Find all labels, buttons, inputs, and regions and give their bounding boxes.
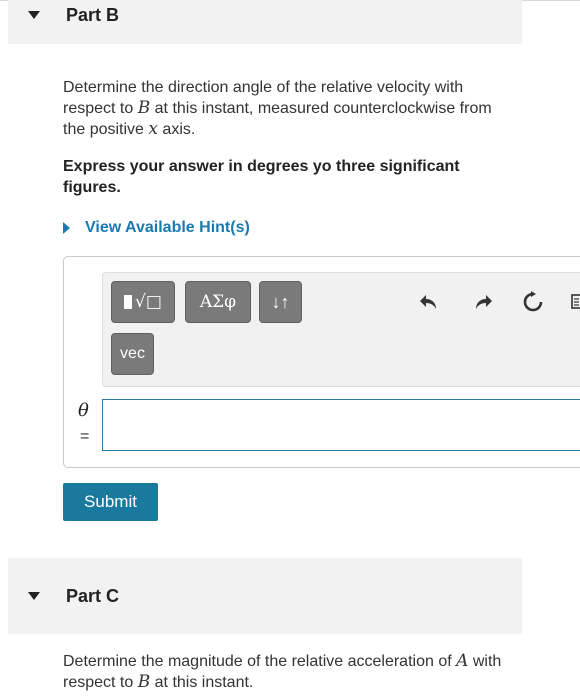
answer-instruction: Express your answer in degrees yo three … — [63, 158, 460, 196]
part-b-question: Determine the direction angle of the rel… — [63, 77, 518, 140]
templates-button[interactable]: √□ — [111, 281, 175, 323]
part-c-title: Part C — [66, 585, 120, 606]
caret-down-icon[interactable] — [28, 11, 40, 19]
part-c-header[interactable]: Part C — [8, 558, 522, 634]
math-symbol-x: x — [148, 119, 158, 139]
templates-label: √□ — [135, 292, 162, 312]
hint-label: View Available Hint(s) — [85, 219, 250, 236]
greek-symbols-button[interactable]: ΑΣφ — [185, 281, 251, 323]
caret-down-icon[interactable] — [28, 592, 40, 600]
math-symbol-b: B — [137, 98, 151, 118]
reset-icon[interactable] — [521, 290, 545, 314]
square-icon — [124, 295, 133, 309]
view-hints-link[interactable]: View Available Hint(s) — [63, 219, 250, 237]
answer-input[interactable] — [102, 399, 580, 451]
question-text: axis. — [157, 121, 196, 138]
question-text: at this instant. — [150, 674, 254, 691]
keyboard-icon[interactable] — [570, 290, 580, 314]
math-symbol-a: A — [456, 651, 469, 671]
variable-label: θ — [78, 400, 89, 421]
part-b-header[interactable]: Part B — [8, 0, 522, 44]
arrows-button[interactable]: ↓↑ — [259, 281, 302, 323]
vec-button[interactable]: vec — [111, 333, 154, 375]
undo-icon[interactable] — [417, 290, 441, 314]
part-b-title: Part B — [66, 4, 120, 25]
question-text: Determine the magnitude of the relative … — [63, 653, 457, 670]
redo-icon[interactable] — [471, 290, 495, 314]
equals-label: = — [80, 428, 90, 445]
part-c-question: Determine the magnitude of the relative … — [63, 651, 518, 693]
caret-right-icon — [63, 222, 70, 234]
math-symbol-b: B — [137, 672, 151, 692]
submit-button[interactable]: Submit — [63, 483, 158, 521]
